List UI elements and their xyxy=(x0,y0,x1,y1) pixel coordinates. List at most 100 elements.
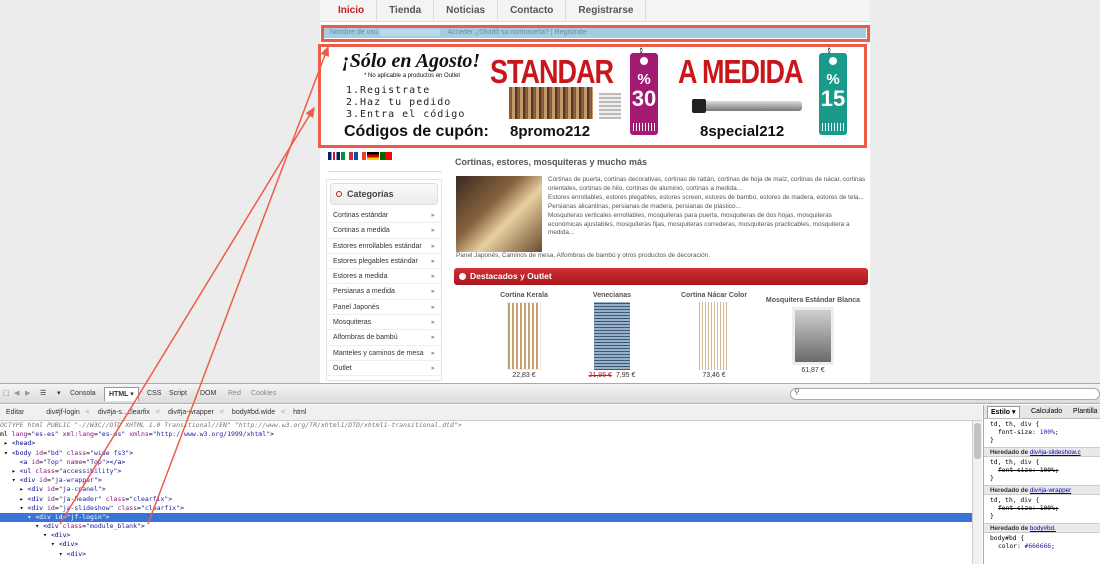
category-item[interactable]: Mosquiteras ▸ xyxy=(327,315,441,331)
category-item[interactable]: Panel Japonés ▸ xyxy=(327,300,441,316)
product-image[interactable] xyxy=(507,302,541,370)
tab-estilo[interactable]: Estilo ▾ xyxy=(987,406,1020,418)
breadcrumb-item[interactable]: html xyxy=(287,409,312,416)
tree-line-html[interactable]: ml lang="es-es" xml:lang="es-es" xmlns="… xyxy=(0,430,972,439)
css-rule[interactable]: td, th, div { font-size: 100%; } xyxy=(984,457,1100,485)
tab-dom[interactable]: DOM xyxy=(196,387,220,401)
dropdown-icon[interactable]: ▾ xyxy=(57,384,61,404)
back-icon[interactable]: ◀ xyxy=(14,384,19,404)
product-image[interactable] xyxy=(594,302,630,370)
tree-line-ul[interactable]: ▸ <ul class="accessibility"> xyxy=(0,467,972,476)
tree-line-head[interactable]: ▸ <head> xyxy=(0,439,972,448)
tab-calculado[interactable]: Calculado xyxy=(1028,406,1065,418)
breadcrumb-item[interactable]: div#ja-wrapper xyxy=(162,409,220,416)
tree-line-jf-login-selected[interactable]: ▾ <div id="jf-login"> xyxy=(0,512,972,523)
category-item[interactable]: Cortinas a medida ▸ xyxy=(327,223,441,239)
product-name[interactable]: Cortina Kerala xyxy=(470,292,578,299)
tree-line-module-blank[interactable]: ▾ <div class="module_blank"> xyxy=(0,522,972,531)
tab-script[interactable]: Script xyxy=(165,387,191,401)
css-property[interactable]: color: #666666; xyxy=(990,543,1094,551)
css-rule[interactable]: td, th, div { font-size: 100%; } xyxy=(984,419,1100,447)
product-card[interactable]: Cortina Nácar Color 73,46 € xyxy=(664,292,764,379)
category-item[interactable]: Outlet ▸ xyxy=(327,361,441,377)
inherited-link[interactable]: div#ja-wrapper xyxy=(1030,487,1071,494)
flag-it-icon[interactable] xyxy=(341,152,353,160)
tree-line-body[interactable]: ▾ <body id="bd" class="wide fs3"> xyxy=(0,449,972,458)
tree-line-ja-cpanel[interactable]: ▸ <div id="ja-cpanel"> xyxy=(0,485,972,494)
tab-html[interactable]: HTML ▾ xyxy=(104,387,139,401)
expand-icon[interactable]: ▸ xyxy=(0,439,8,447)
inherited-link[interactable]: body#bd. xyxy=(1030,525,1056,532)
inspect-icon[interactable]: ⬚ xyxy=(3,384,10,404)
tab-cookies[interactable]: Cookies xyxy=(247,387,280,401)
category-item[interactable]: Estores a medida ▸ xyxy=(327,269,441,285)
menu-icon[interactable]: ☰ xyxy=(40,384,46,404)
category-item[interactable]: Alfombras de bambú ▸ xyxy=(327,330,441,346)
flag-de-icon[interactable] xyxy=(367,152,379,160)
tree-line-ja-slideshow[interactable]: ▾ <div id="ja-slideshow" class="clearfix… xyxy=(0,504,972,513)
product-image[interactable] xyxy=(699,302,729,370)
collapse-icon[interactable]: ▾ xyxy=(0,522,39,530)
product-card[interactable]: Venecianas 21,95 €7,95 € xyxy=(567,292,657,379)
product-name[interactable]: Venecianas xyxy=(567,292,657,299)
collapse-icon[interactable]: ▾ xyxy=(0,504,24,512)
category-item[interactable]: Persianas a medida ▸ xyxy=(327,284,441,300)
css-property[interactable]: font-size: 100%; xyxy=(990,429,1094,437)
category-item[interactable]: Cortinas estándar ▸ xyxy=(327,208,441,224)
main-title: Cortinas, estores, mosquiteras y mucho m… xyxy=(455,157,648,167)
nav-contacto[interactable]: Contacto xyxy=(498,0,567,21)
expand-icon[interactable]: ▸ xyxy=(0,467,16,475)
tab-css[interactable]: CSS xyxy=(143,387,165,401)
search-input[interactable]: ⚲ xyxy=(790,387,1100,400)
collapse-icon[interactable]: ▾ xyxy=(0,449,8,457)
css-property[interactable]: font-size: 100%; xyxy=(990,467,1094,475)
category-item[interactable]: Estores plegables estándar ▸ xyxy=(327,254,441,270)
breadcrumb-item[interactable]: div#ja-s...clearfix xyxy=(92,409,156,416)
separator-icon: < xyxy=(85,409,90,416)
nav-inicio[interactable]: Inicio xyxy=(326,0,378,21)
product-card[interactable]: Mosquitera Estándar Blanca 61,87 € xyxy=(758,297,868,374)
tree-scrollbar[interactable] xyxy=(972,421,982,564)
tab-red[interactable]: Red xyxy=(224,387,245,401)
collapse-icon[interactable]: ▾ xyxy=(0,540,55,548)
inherited-link[interactable]: div#ja-slideshow.c xyxy=(1030,449,1081,456)
collapse-icon[interactable]: ▾ xyxy=(0,476,16,484)
css-property[interactable]: font-size: 100%; xyxy=(990,505,1094,513)
chevron-right-icon: ▸ xyxy=(431,364,435,372)
category-item[interactable]: Estores enrollables estándar ▸ xyxy=(327,239,441,254)
breadcrumb-item[interactable]: div#jf-login xyxy=(32,409,85,416)
nav-tienda[interactable]: Tienda xyxy=(377,0,435,21)
tree-line-ja-wrapper[interactable]: ▾ <div id="ja-wrapper"> xyxy=(0,476,972,485)
css-rule[interactable]: body#bd { color: #666666; xyxy=(984,533,1100,553)
scrollbar-thumb[interactable] xyxy=(974,423,981,459)
tree-line-div[interactable]: ▾ <div> xyxy=(0,540,972,549)
tree-line-ja-header[interactable]: ▸ <div id="ja-header" class="clearfix"> xyxy=(0,495,972,504)
tab-consola[interactable]: Consola xyxy=(66,387,100,401)
expand-icon[interactable]: ▸ xyxy=(0,495,24,503)
product-name[interactable]: Mosquitera Estándar Blanca xyxy=(758,297,868,304)
tab-plantilla[interactable]: Plantilla xyxy=(1070,406,1100,418)
flag-fr-icon[interactable] xyxy=(354,152,366,160)
tree-line-div[interactable]: ▾ <div> xyxy=(0,550,972,559)
forward-icon[interactable]: ▶ xyxy=(25,384,30,404)
flag-en-icon[interactable] xyxy=(328,152,340,160)
collapse-icon[interactable]: ▾ xyxy=(0,550,63,558)
curtain-photo[interactable] xyxy=(456,176,542,252)
collapse-icon[interactable]: ▾ xyxy=(0,513,31,521)
tree-line-div[interactable]: ▾ <div> xyxy=(0,531,972,540)
css-rule[interactable]: td, th, div { font-size: 100%; } xyxy=(984,495,1100,523)
tree-line-doctype: OCTYPE html PUBLIC "-//W3C//DTD XHTML 1.… xyxy=(0,421,462,429)
product-card[interactable]: Cortina Kerala 22,83 € xyxy=(470,292,578,379)
collapse-icon[interactable]: ▾ xyxy=(0,531,47,539)
breadcrumb-item[interactable]: body#bd.wide xyxy=(226,409,281,416)
product-name[interactable]: Cortina Nácar Color xyxy=(664,292,764,299)
expand-icon[interactable]: ▸ xyxy=(0,485,24,493)
tree-line-a[interactable]: <a id="Top" name="Top"></a> xyxy=(0,458,972,467)
edit-button[interactable]: Editar xyxy=(0,409,30,416)
category-item[interactable]: Manteles y caminos de mesa ▸ xyxy=(327,346,441,361)
flag-pt-icon[interactable] xyxy=(380,152,392,160)
breadcrumb: Editar div#jf-login < div#ja-s...clearfix… xyxy=(0,405,982,421)
product-image[interactable] xyxy=(792,307,834,365)
nav-noticias[interactable]: Noticias xyxy=(434,0,499,21)
nav-registrarse[interactable]: Registrarse xyxy=(566,0,647,21)
